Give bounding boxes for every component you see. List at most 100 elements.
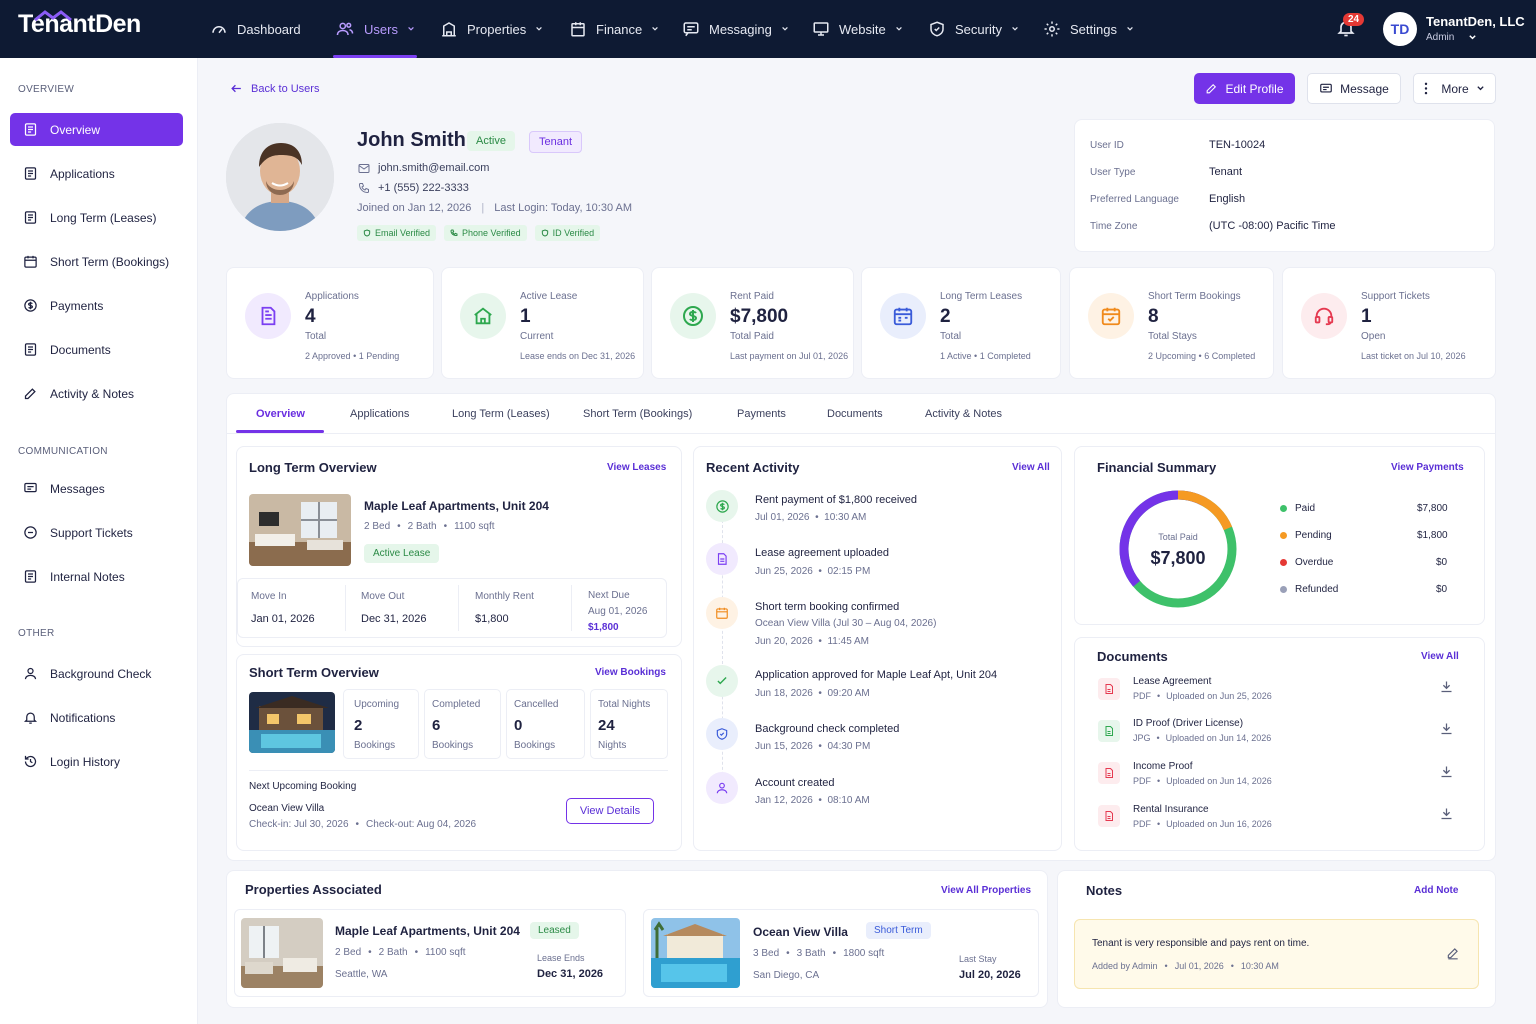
back-to-users-link[interactable]: Back to Users [230, 82, 319, 95]
stat-card-rent-paid[interactable]: Rent Paid $7,800 Total Paid Last payment… [651, 267, 854, 379]
document-name[interactable]: Lease Agreement [1133, 676, 1211, 687]
tab-documents[interactable]: Documents [827, 408, 883, 420]
stat-sub: Total [940, 331, 962, 342]
message-button[interactable]: Message [1307, 73, 1401, 104]
add-note-link[interactable]: Add Note [1414, 885, 1458, 896]
check-in: Check-in: Jul 30, 2026 [249, 819, 349, 830]
view-bookings-link[interactable]: View Bookings [595, 667, 666, 678]
stat-footnote: Last ticket on Jul 10, 2026 [1361, 351, 1466, 361]
tab-overview[interactable]: Overview [256, 408, 305, 420]
edit-note-icon [24, 388, 36, 400]
dot: • [355, 819, 360, 830]
sidebar-item-payments[interactable]: Payments [10, 289, 183, 322]
view-all-activity-link[interactable]: View All [1012, 462, 1050, 473]
users-icon [336, 22, 354, 36]
document-name[interactable]: Income Proof [1133, 761, 1192, 772]
tab-short-term[interactable]: Short Term (Bookings) [583, 408, 692, 420]
sidebar-item-short-term[interactable]: Short Term (Bookings) [10, 245, 183, 278]
sidebar-item-login-history[interactable]: Login History [10, 745, 183, 778]
more-menu-button[interactable]: More [1413, 73, 1496, 104]
pdf-file-icon [1098, 678, 1120, 700]
tab-applications[interactable]: Applications [350, 408, 409, 420]
stat-card-support-tickets[interactable]: Support Tickets 1 Open Last ticket on Ju… [1282, 267, 1496, 379]
property-name[interactable]: Ocean View Villa [753, 925, 848, 939]
download-icon[interactable] [1439, 721, 1454, 736]
sidebar-item-label: Login History [50, 754, 121, 769]
profile-email[interactable]: john.smith@email.com [378, 162, 489, 174]
message-label: Message [1340, 81, 1389, 96]
tab-activity-notes[interactable]: Activity & Notes [925, 408, 1002, 420]
stat-card-applications[interactable]: Applications 4 Total 2 Approved • 1 Pend… [226, 267, 434, 379]
tab-long-term[interactable]: Long Term (Leases) [452, 408, 550, 420]
monitor-icon [813, 22, 829, 36]
download-icon[interactable] [1439, 806, 1454, 821]
edit-profile-button[interactable]: Edit Profile [1194, 73, 1295, 104]
sidebar-item-applications[interactable]: Applications [10, 157, 183, 190]
chevron-down-icon [895, 26, 902, 31]
profile-phone[interactable]: +1 (555) 222-3333 [378, 182, 469, 194]
stat-card-long-term-leases[interactable]: Long Term Leases 2 Total 1 Active • 1 Co… [861, 267, 1061, 379]
completed-label: Completed [432, 699, 481, 710]
sidebar-item-internal-notes[interactable]: Internal Notes [10, 560, 183, 593]
stat-card-short-term-bookings[interactable]: Short Term Bookings 8 Total Stays 2 Upco… [1069, 267, 1274, 379]
dot: • [1157, 776, 1161, 786]
sidebar-item-support-tickets[interactable]: Support Tickets [10, 516, 183, 549]
nav-finance[interactable]: Finance [569, 0, 659, 58]
view-leases-link[interactable]: View Leases [607, 462, 666, 473]
nav-website[interactable]: Website [812, 0, 903, 58]
sidebar-item-overview[interactable]: Overview [10, 113, 183, 146]
completed-sub: Bookings [432, 740, 474, 751]
divider [458, 585, 459, 631]
activity-timestamp: Jul 01, 2026 • 10:30 AM [755, 512, 866, 523]
view-all-properties-link[interactable]: View All Properties [941, 885, 1031, 896]
pencil-icon[interactable] [1446, 946, 1460, 960]
nav-messaging[interactable]: Messaging [682, 0, 789, 58]
sidebar-item-long-term[interactable]: Long Term (Leases) [10, 201, 183, 234]
property-date-label: Lease Ends [537, 953, 585, 963]
sidebar-item-messages[interactable]: Messages [10, 472, 183, 505]
lease-property-name[interactable]: Maple Leaf Apartments, Unit 204 [364, 499, 549, 513]
sidebar-item-label: Internal Notes [50, 569, 125, 584]
account-company-name[interactable]: TenantDen, LLC [1426, 14, 1525, 29]
activity-timestamp: Jun 25, 2026 • 02:15 PM [755, 566, 870, 577]
document-meta: PDF • Uploaded on Jun 16, 2026 [1133, 819, 1272, 829]
sidebar-heading-other: OTHER [18, 628, 55, 639]
sidebar-item-activity-notes[interactable]: Activity & Notes [10, 377, 183, 410]
document-list-icon [24, 123, 37, 136]
nav-dashboard[interactable]: Dashboard [210, 0, 301, 58]
nav-properties[interactable]: Properties [440, 0, 543, 58]
nav-security[interactable]: Security [928, 0, 1019, 58]
document-name[interactable]: ID Proof (Driver License) [1133, 718, 1243, 729]
activity-time: 10:30 AM [824, 512, 867, 523]
nav-users[interactable]: Users [333, 0, 417, 58]
legend-item: Overdue [1280, 557, 1333, 568]
document-icon [24, 343, 37, 356]
chevron-down-icon[interactable] [1468, 33, 1477, 42]
document-type: PDF [1133, 691, 1151, 701]
stat-value: $7,800 [730, 306, 789, 327]
sidebar-item-notifications[interactable]: Notifications [10, 701, 183, 734]
stat-card-active-lease[interactable]: Active Lease 1 Current Lease ends on Dec… [441, 267, 644, 379]
tab-payments[interactable]: Payments [737, 408, 786, 420]
stat-footnote: 2 Upcoming • 6 Completed [1148, 351, 1255, 361]
sidebar-item-background-check[interactable]: Background Check [10, 657, 183, 690]
active-tab-indicator [236, 430, 324, 433]
check-icon [706, 665, 738, 697]
stat-value: 8 [1148, 306, 1159, 327]
download-icon[interactable] [1439, 679, 1454, 694]
move-out-value: Dec 31, 2026 [361, 613, 427, 625]
activity-title: Short term booking confirmed [755, 601, 900, 613]
view-payments-link[interactable]: View Payments [1391, 462, 1464, 473]
divider [345, 585, 346, 631]
view-all-documents-link[interactable]: View All [1421, 651, 1459, 662]
short-term-title: Short Term Overview [249, 665, 379, 680]
download-icon[interactable] [1439, 764, 1454, 779]
stat-footnote: Lease ends on Dec 31, 2026 [520, 351, 636, 361]
property-name[interactable]: Maple Leaf Apartments, Unit 204 [335, 924, 520, 938]
sidebar-item-documents[interactable]: Documents [10, 333, 183, 366]
nav-label: Settings [1070, 21, 1117, 37]
account-avatar[interactable]: TD [1383, 12, 1417, 46]
nav-settings[interactable]: Settings [1043, 0, 1134, 58]
view-details-button[interactable]: View Details [566, 798, 654, 824]
document-name[interactable]: Rental Insurance [1133, 804, 1209, 815]
